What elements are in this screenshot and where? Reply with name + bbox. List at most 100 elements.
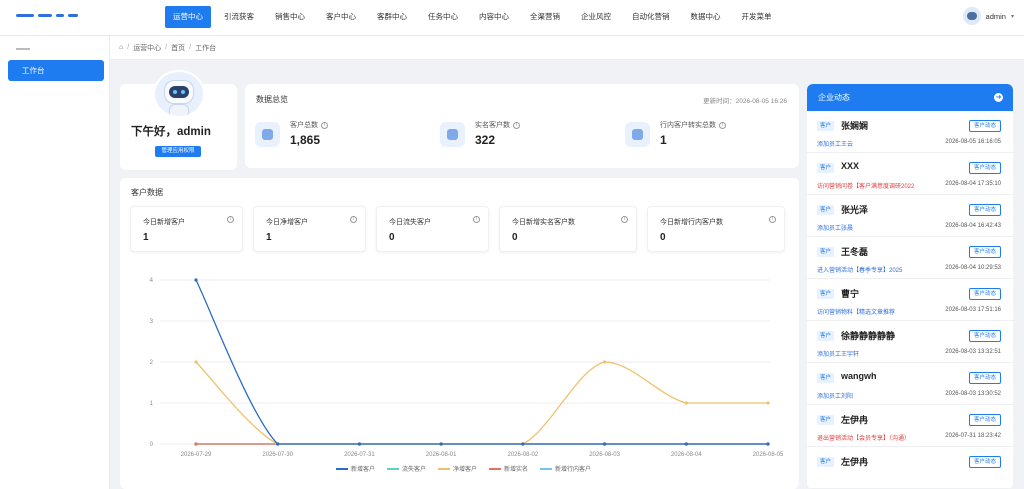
info-icon[interactable]: i (513, 121, 520, 129)
logo[interactable] (16, 10, 100, 17)
y-tick-label: 1 (150, 401, 154, 407)
nav-item-groups[interactable]: 客群中心 (369, 6, 415, 28)
chat-icon (440, 122, 465, 147)
customer-activity-button[interactable]: 客户动态 (968, 162, 1001, 174)
nav-item-acquisition[interactable]: 引流获客 (216, 6, 262, 28)
data-point (766, 401, 770, 405)
activity-time: 2026-08-05 16:16:05 (945, 139, 1001, 145)
info-icon[interactable]: i (227, 216, 234, 223)
stat-total-customers: 客户总数 i 1,865 (245, 114, 415, 158)
info-icon[interactable]: i (621, 216, 628, 223)
y-tick-label: 2 (150, 360, 154, 366)
home-icon[interactable]: ⌂ (119, 44, 123, 51)
customer-activity-button[interactable]: 客户动态 (968, 372, 1001, 384)
metric-card: 今日新增实名客户数 i 0 (499, 206, 637, 252)
x-tick-label: 2026-08-04 (671, 452, 702, 458)
chevron-down-icon[interactable]: ▾ (1011, 13, 1014, 20)
metric-value: 0 (512, 232, 518, 243)
activity-item: 客户 张光泽 客户动态 添加员工张晨 2026-08-04 16:42:43 (807, 195, 1013, 237)
customer-tag: 客户 (817, 247, 835, 257)
breadcrumb-item: 工作台 (195, 44, 217, 52)
activity-time: 2026-08-03 13:30:52 (945, 391, 1001, 397)
nav-item-tasks[interactable]: 任务中心 (420, 6, 466, 28)
customer-name[interactable]: 张娴娴 (841, 119, 868, 132)
stat-verified-customers: 实名客户数 i 322 (430, 114, 600, 158)
nav-item-customers[interactable]: 客户中心 (318, 6, 364, 28)
customer-activity-button[interactable]: 客户动态 (968, 414, 1001, 426)
data-point (276, 442, 280, 446)
arrow-right-icon[interactable]: ➜ (994, 93, 1003, 102)
metric-card: 今日新增客户 i 1 (130, 206, 243, 252)
nav-item-automation[interactable]: 自动化营销 (624, 6, 678, 28)
activity-time: 2026-08-04 10:29:53 (945, 265, 1001, 271)
activity-item: 客户 王冬磊 客户动态进入营销活动【春季专享】2025 2026-08-04 10:2… (807, 237, 1013, 279)
nav-item-risk[interactable]: 企业风控 (573, 6, 619, 28)
legend-label: 新增实名 (504, 465, 528, 473)
nav-item-marketing[interactable]: 全渠营销 (522, 6, 568, 28)
activity-description: 进入营销活动【春季专享】2025 (817, 268, 903, 274)
nav-item-operations[interactable]: 运营中心 (165, 6, 211, 28)
activity-description: 退出营销活动【会员专享】（沟通） (817, 436, 911, 442)
customer-activity-button[interactable]: 客户动态 (968, 330, 1001, 342)
metric-label: 今日流失客户 (389, 219, 431, 226)
breadcrumb-item[interactable]: 首页 (171, 43, 185, 53)
customer-name[interactable]: 左伊冉 (841, 413, 868, 426)
nav-item-data[interactable]: 数据中心 (683, 6, 729, 28)
section-title: 客户数据 (131, 188, 163, 197)
info-icon[interactable]: i (719, 121, 726, 129)
customer-name[interactable]: wangwh (841, 371, 877, 381)
metric-value: 0 (389, 232, 395, 243)
customer-activity-button[interactable]: 客户动态 (968, 120, 1001, 132)
nav-item-content[interactable]: 内容中心 (471, 6, 517, 28)
customer-activity-button[interactable]: 客户动态 (968, 246, 1001, 258)
sidebar-collapse-icon[interactable] (16, 48, 30, 50)
user-menu[interactable]: admin ▾ (962, 7, 1014, 25)
nav-item-dev[interactable]: 开发菜单 (734, 6, 780, 28)
customer-name[interactable]: XXX (841, 161, 859, 171)
customer-tag: 客户 (817, 205, 835, 215)
y-tick-label: 3 (150, 319, 154, 325)
stat-value: 1 (660, 133, 667, 147)
breadcrumb-item[interactable]: 运营中心 (133, 43, 161, 53)
manage-permissions-button[interactable]: 管理应用权限 (155, 146, 201, 157)
info-icon[interactable]: i (769, 216, 776, 223)
metric-value: 1 (143, 232, 149, 243)
customer-name[interactable]: 左伊冉 (841, 455, 868, 468)
data-point (684, 442, 688, 446)
user-icon (255, 122, 280, 147)
greeting: 下午好，admin (131, 126, 211, 138)
stat-bank-conversions: 行内客户转实总数 i 1 (615, 114, 785, 158)
customer-name[interactable]: 王冬磊 (841, 245, 868, 258)
legend-label: 流失客户 (402, 465, 426, 473)
data-point (439, 442, 443, 446)
activity-item: 客户 张娴娴 客户动态 添加员工王云 2026-08-05 16:16:05 (807, 111, 1013, 153)
nav-item-sales[interactable]: 销售中心 (267, 6, 313, 28)
info-icon[interactable]: i (321, 121, 328, 129)
sidebar-item-workbench[interactable]: 工作台 (8, 60, 104, 81)
user-name[interactable]: admin (986, 12, 1006, 21)
activity-time: 2026-08-04 17:35:10 (945, 181, 1001, 187)
activity-description: 添加员工刘阳 (817, 394, 854, 400)
y-tick-label: 0 (150, 442, 154, 448)
customer-activity-button[interactable]: 客户动态 (968, 204, 1001, 216)
customer-tag: 客户 (817, 289, 835, 299)
x-tick-label: 2026-07-31 (344, 452, 375, 458)
customer-activity-button[interactable]: 客户动态 (968, 456, 1001, 468)
stat-label: 实名客户数 (475, 122, 510, 129)
info-icon[interactable]: i (473, 216, 480, 223)
activity-item: 客户 徐静静静静静 客户动态 添加员工王宇轩 2026-08-03 13:32:51 (807, 321, 1013, 363)
metric-card: 今日流失客户 i 0 (376, 206, 489, 252)
customer-tag: 客户 (817, 121, 835, 131)
customer-name[interactable]: 曹宁 (841, 287, 859, 300)
metric-card: 今日净增客户 i 1 (253, 206, 366, 252)
metric-label: 今日新增行内客户数 (660, 219, 723, 226)
info-icon[interactable]: i (350, 216, 357, 223)
customer-name[interactable]: 徐静静静静静 (841, 329, 895, 342)
avatar[interactable] (962, 7, 981, 25)
customer-trend-chart: 0 1 2 3 4 2026-07-29 2026-07-30 2026-07-31 2026-… (150, 278, 784, 473)
activity-time: 2026-08-03 17:51:16 (945, 307, 1001, 313)
customer-name[interactable]: 张光泽 (841, 203, 868, 216)
legend-label: 新增行内客户 (555, 465, 591, 473)
data-point (602, 442, 607, 446)
customer-activity-button[interactable]: 客户动态 (968, 288, 1001, 300)
